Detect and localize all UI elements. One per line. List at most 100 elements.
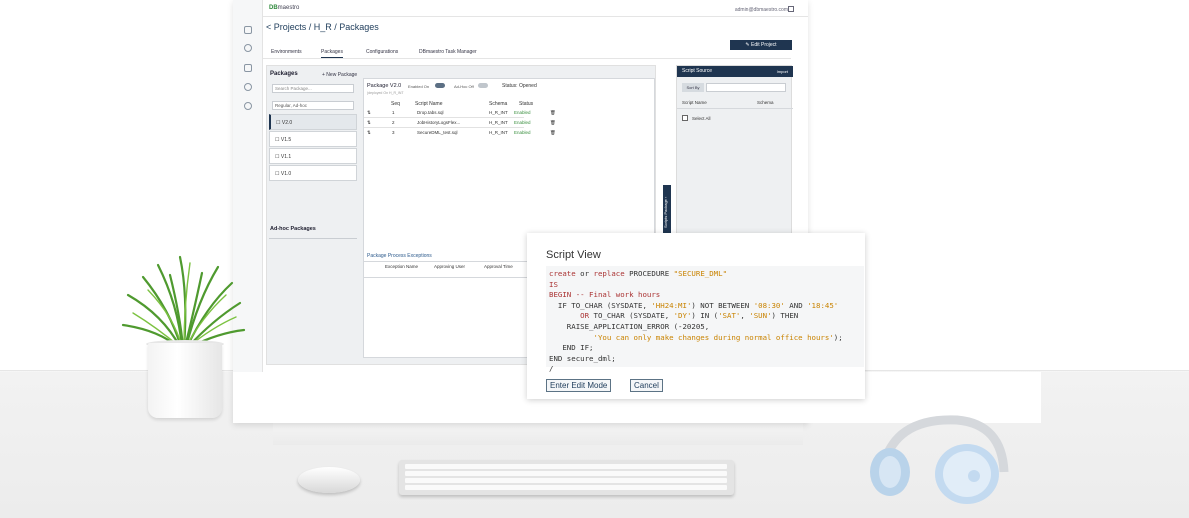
row-schema: H_R_INT [489, 110, 508, 115]
tab-packages[interactable]: Packages [321, 49, 343, 58]
code-line: BEGIN -- Final work hours [549, 290, 661, 300]
row-seq: 2 [392, 120, 395, 125]
code-token: replace [593, 269, 625, 278]
code-token: TO_CHAR (SYSDATE, [589, 311, 674, 321]
code-token: create [549, 269, 576, 278]
breadcrumb[interactable]: < Projects / H_R / Packages [266, 22, 379, 32]
code-token: ) NOT BETWEEN [691, 300, 754, 310]
key-row [405, 485, 727, 490]
script-source-title: Script Source [682, 68, 713, 74]
drag-handle-icon[interactable]: ⇅ [367, 120, 371, 126]
code-token: "SECURE_DML" [673, 269, 728, 278]
row-script-name[interactable]: JobHistoryLogsFlex... [417, 120, 460, 125]
version-item-v1-0[interactable]: ☐ V1.0 [269, 165, 357, 181]
logout-icon[interactable] [788, 6, 794, 12]
code-token: 'SAT' [718, 311, 741, 321]
help-icon[interactable] [244, 102, 252, 110]
key-row [405, 478, 727, 483]
column-schema: Schema [489, 101, 508, 107]
row-script-name[interactable]: SecureDML_test.sql [417, 130, 458, 135]
drag-handle-icon[interactable]: ⇅ [367, 110, 371, 116]
version-label: V1.0 [280, 171, 292, 177]
row-status: Enabled [514, 120, 531, 125]
row-seq: 3 [392, 130, 395, 135]
chart-icon[interactable] [244, 64, 252, 72]
brand-rest: maestro [277, 5, 300, 11]
column-approving-user: Approving User [434, 264, 466, 269]
code-line: RAISE_APPLICATION_ERROR (-20205, [549, 321, 710, 331]
row-schema: H_R_INT [489, 120, 508, 125]
enabled-label: Enabled On [408, 84, 430, 89]
new-package-button[interactable]: + New Package [322, 72, 357, 78]
enter-edit-mode-button[interactable]: Enter Edit Mode [546, 379, 612, 392]
code-token: 'HH24:MI' [651, 300, 692, 310]
script-source-search-input[interactable] [706, 83, 786, 92]
enabled-toggle[interactable] [435, 83, 445, 88]
cancel-button[interactable]: Cancel [630, 379, 663, 392]
code-token: ); [833, 332, 843, 342]
monitor-stand [273, 423, 803, 445]
header-divider [263, 16, 808, 17]
column-script-name: Script Name [682, 100, 707, 105]
version-label: V1.5 [280, 137, 292, 143]
column-approval-time: Approval Time [484, 264, 513, 269]
exceptions-title: Package Process Exceptions [367, 253, 432, 259]
adhoc-label: Ad-Hoc Off [454, 84, 474, 89]
code-line: IS [549, 279, 558, 289]
column-status: Status [519, 101, 534, 107]
copy-icon[interactable] [244, 26, 252, 34]
code-token: OR [549, 311, 590, 321]
user-email: admin@dbmaestro.com [734, 7, 788, 13]
package-search-input[interactable]: Search Package... [272, 84, 354, 93]
script-source-header: Script Source Import [677, 66, 793, 77]
package-view-subtitle: (deployed On H_R_INT [367, 91, 404, 95]
version-item-v1-1[interactable]: ☐ V1.1 [269, 148, 357, 164]
code-line: END secure_dml; [549, 353, 616, 363]
tab-configurations[interactable]: Configurations [366, 49, 398, 55]
code-token: 'You can only make changes during normal… [549, 332, 834, 342]
drag-handle-icon[interactable]: ⇅ [367, 130, 371, 136]
brand-logo: DBmaestro [269, 5, 299, 11]
package-status: Status: Opened [502, 83, 537, 89]
code-token: 'DY' [673, 311, 692, 321]
key-row [405, 464, 727, 469]
code-token: '08:30' [753, 300, 785, 310]
code-token: 'SUN' [749, 311, 772, 321]
column-exception-name: Exception Name [384, 264, 419, 269]
row-divider [364, 117, 524, 118]
tab-environments[interactable]: Environments [271, 49, 302, 55]
script-code: create or replace PROCEDURE "SECURE_DML"… [546, 266, 864, 373]
tab-task-manager[interactable]: DBmaestro Task Manager [419, 49, 477, 55]
code-token: ) IN ( [691, 311, 719, 321]
tab-divider [263, 58, 791, 59]
plant-pot [148, 343, 222, 418]
row-divider [364, 127, 524, 128]
column-schema: Schema [757, 100, 774, 105]
trash-icon[interactable]: 🗑 [550, 130, 556, 136]
select-all-label: Select All [692, 116, 711, 121]
version-item-v1-5[interactable]: ☐ V1.5 [269, 131, 357, 147]
script-view-dialog: Script View create or replace PROCEDURE … [527, 233, 865, 399]
column-script-name: Script Name [415, 101, 443, 107]
trash-icon[interactable]: 🗑 [550, 110, 556, 116]
row-status: Enabled [514, 130, 531, 135]
sort-by-button[interactable]: Sort By [682, 83, 704, 92]
code-token: IF TO_CHAR (SYSDATE, [549, 300, 652, 310]
edit-project-button[interactable]: ✎ Edit Project [730, 40, 792, 50]
packages-title: Packages [270, 71, 298, 77]
dashboard-icon[interactable] [244, 44, 252, 52]
settings-icon[interactable] [244, 83, 252, 91]
column-seq: Seq [391, 101, 400, 107]
import-button[interactable]: Import [777, 66, 788, 77]
code-token: '18:45' [807, 300, 839, 310]
row-script-name[interactable]: Drop.tabs.sql [417, 110, 444, 115]
trash-icon[interactable]: 🗑 [550, 120, 556, 126]
version-item-v2-0[interactable]: ☐ V2.0 [269, 114, 357, 130]
select-all-checkbox[interactable] [682, 115, 688, 121]
package-type-select[interactable]: Regular, Ad-hoc [272, 101, 354, 110]
edit-project-label: Edit Project [751, 42, 777, 48]
adhoc-toggle[interactable] [478, 83, 488, 88]
scripts-package-tab[interactable]: Scripts Package ‹ [663, 185, 671, 240]
row-seq: 1 [392, 110, 395, 115]
keyboard [399, 460, 734, 495]
